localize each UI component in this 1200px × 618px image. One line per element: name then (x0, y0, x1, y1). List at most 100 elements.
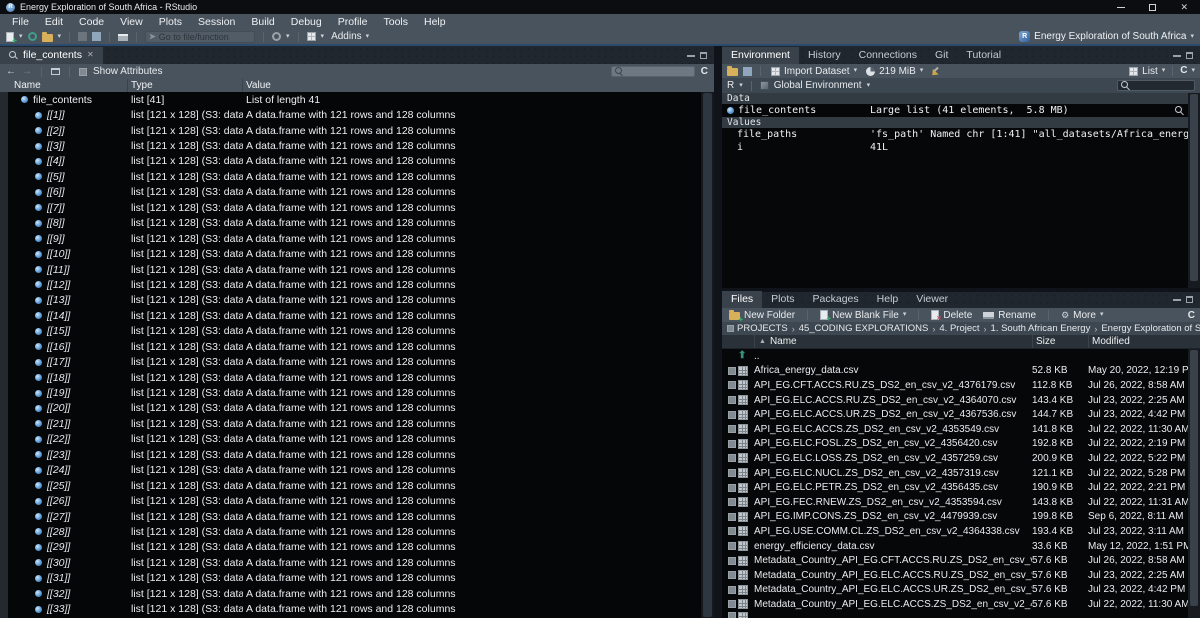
viewer-row[interactable]: [[24]]list [121 x 128] (S3: data.frame)A… (0, 463, 714, 478)
breadcrumb-root-icon[interactable] (727, 325, 734, 332)
language-selector[interactable]: R (727, 80, 734, 91)
viewer-row[interactable]: [[2]]list [121 x 128] (S3: data.frame)A … (0, 123, 714, 138)
viewer-row[interactable]: [[11]]list [121 x 128] (S3: data.frame)A… (0, 262, 714, 277)
table-row[interactable]: API_EG.ELC.PETR.ZS_DS2_en_csv_v2_4356435… (722, 480, 1200, 495)
maximize-pane-icon[interactable] (1186, 296, 1193, 303)
viewer-row[interactable]: [[22]]list [121 x 128] (S3: data.frame)A… (0, 432, 714, 447)
viewer-row[interactable]: [[18]]list [121 x 128] (S3: data.frame)A… (0, 370, 714, 385)
viewer-row[interactable]: [[31]]list [121 x 128] (S3: data.frame)A… (0, 571, 714, 586)
goto-file-box[interactable]: ➤ (145, 31, 255, 43)
environment-scrollbar[interactable] (1188, 93, 1200, 288)
menu-profile[interactable]: Profile (330, 16, 376, 28)
breadcrumb-item-energy-exploration-of-south-africa[interactable]: Energy Exploration of South Africa (1101, 323, 1200, 334)
goto-file-input[interactable] (159, 32, 251, 42)
version-control-caret-icon[interactable]: ▾ (286, 33, 290, 41)
table-row[interactable]: Africa_energy_data.csv52.8 KBMay 20, 202… (722, 364, 1200, 379)
viewer-scrollbar[interactable] (701, 92, 714, 618)
new-folder-button[interactable]: New Folder (727, 310, 797, 321)
env-object-row[interactable]: file_contentsLarge list (41 elements, 5.… (722, 104, 1200, 117)
column-header-type[interactable]: Type (128, 79, 243, 92)
menu-debug[interactable]: Debug (283, 16, 330, 28)
open-file-icon[interactable] (42, 34, 53, 42)
list-view-icon[interactable] (1129, 67, 1138, 76)
list-view-label[interactable]: List (1142, 66, 1158, 77)
viewer-row[interactable]: [[1]]list [121 x 128] (S3: data.frame)A … (0, 107, 714, 122)
tab-packages[interactable]: Packages (804, 291, 868, 308)
table-row[interactable]: Metadata_Country_API_EG.ELC.ACCS.ZS_DS2_… (722, 597, 1200, 612)
file-checkbox[interactable] (728, 498, 736, 506)
menu-session[interactable]: Session (190, 16, 243, 28)
import-dataset-button[interactable]: Import Dataset ▾ (769, 66, 859, 77)
table-row[interactable]: API_EG.ELC.ACCS.UR.ZS_DS2_en_csv_v2_4367… (722, 407, 1200, 422)
viewer-row[interactable]: [[27]]list [121 x 128] (S3: data.frame)A… (0, 509, 714, 524)
files-scrollbar[interactable] (1188, 349, 1200, 618)
column-header-name[interactable]: Name (0, 79, 128, 92)
column-header-name[interactable]: ▲ Name (754, 335, 1032, 348)
column-header-size[interactable]: Size (1032, 335, 1088, 348)
menu-view[interactable]: View (112, 16, 151, 28)
close-tab-icon[interactable]: ✕ (87, 51, 94, 59)
table-row[interactable]: API_EG.IMP.CONS.ZS_DS2_en_csv_v2_4479939… (722, 510, 1200, 525)
tab-viewer[interactable]: Viewer (907, 291, 957, 308)
files-scrollbar-thumb[interactable] (1190, 350, 1198, 606)
environment-search-input[interactable] (1133, 81, 1191, 91)
file-checkbox[interactable] (728, 557, 736, 565)
project-selector[interactable]: R Energy Exploration of South Africa ▾ (1019, 31, 1194, 42)
viewer-row[interactable]: [[17]]list [121 x 128] (S3: data.frame)A… (0, 354, 714, 369)
viewer-row[interactable]: [[14]]list [121 x 128] (S3: data.frame)A… (0, 308, 714, 323)
viewer-row[interactable]: [[20]]list [121 x 128] (S3: data.frame)A… (0, 401, 714, 416)
file-checkbox[interactable] (728, 367, 736, 375)
viewer-search-box[interactable] (611, 66, 695, 77)
version-control-icon[interactable] (272, 32, 281, 41)
tab-connections[interactable]: Connections (850, 47, 926, 64)
viewer-row[interactable]: [[29]]list [121 x 128] (S3: data.frame)A… (0, 540, 714, 555)
table-row[interactable]: Metadata_Country_API_EG.ELC.ACCS.RU.ZS_D… (722, 568, 1200, 583)
breadcrumb-item-45-coding-explorations[interactable]: 45_CODING EXPLORATIONS (799, 323, 929, 334)
file-checkbox[interactable] (728, 527, 736, 535)
viewer-row[interactable]: [[32]]list [121 x 128] (S3: data.frame)A… (0, 586, 714, 601)
file-checkbox[interactable] (728, 469, 736, 477)
table-row[interactable]: API_EG.ELC.NUCL.ZS_DS2_en_csv_v2_4357319… (722, 466, 1200, 481)
open-recent-caret-icon[interactable]: ▾ (58, 33, 62, 41)
tab-files[interactable]: Files (722, 291, 762, 308)
forward-icon[interactable]: → (22, 67, 32, 77)
menu-help[interactable]: Help (416, 16, 454, 28)
viewer-row[interactable]: [[23]]list [121 x 128] (S3: data.frame)A… (0, 447, 714, 462)
file-checkbox[interactable] (728, 571, 736, 579)
breadcrumb-item-1-south-african-energy[interactable]: 1. South African Energy (991, 323, 1091, 334)
viewer-row[interactable]: [[9]]list [121 x 128] (S3: data.frame)A … (0, 231, 714, 246)
back-icon[interactable]: ← (6, 67, 16, 77)
menu-build[interactable]: Build (243, 16, 282, 28)
language-caret-icon[interactable]: ▾ (739, 82, 743, 90)
delete-button[interactable]: Delete (929, 310, 974, 321)
viewer-row[interactable]: [[16]]list [121 x 128] (S3: data.frame)A… (0, 339, 714, 354)
environment-scope-caret-icon[interactable]: ▾ (867, 82, 871, 90)
minimize-pane-icon[interactable] (1173, 299, 1181, 301)
column-header-modified[interactable]: Modified (1088, 335, 1200, 348)
table-row[interactable]: energy_efficiency_data.csv33.6 KBMay 12,… (722, 539, 1200, 554)
list-view-caret-icon[interactable]: ▾ (1162, 67, 1166, 75)
file-checkbox[interactable] (728, 454, 736, 462)
rename-button[interactable]: Rename (981, 310, 1038, 321)
refresh-icon[interactable]: C (1180, 66, 1187, 76)
env-object-row[interactable]: file_paths'fs_path' Named chr [1:41] "al… (722, 128, 1200, 141)
viewer-row[interactable]: [[8]]list [121 x 128] (S3: data.frame)A … (0, 216, 714, 231)
menu-code[interactable]: Code (71, 16, 112, 28)
save-all-icon[interactable] (92, 32, 101, 41)
viewer-row[interactable]: [[3]]list [121 x 128] (S3: data.frame)A … (0, 138, 714, 153)
file-checkbox[interactable] (728, 513, 736, 521)
new-file-caret-icon[interactable]: ▾ (19, 33, 23, 41)
tab-file-contents[interactable]: file_contents ✕ (0, 47, 103, 64)
viewer-row[interactable]: [[25]]list [121 x 128] (S3: data.frame)A… (0, 478, 714, 493)
refresh-icon[interactable]: C (1188, 310, 1195, 321)
viewer-row[interactable]: [[12]]list [121 x 128] (S3: data.frame)A… (0, 277, 714, 292)
inspect-object-icon[interactable] (1175, 106, 1184, 115)
more-button[interactable]: ⚙ More ▾ (1059, 310, 1105, 321)
new-blank-file-button[interactable]: New Blank File ▾ (818, 310, 908, 321)
viewer-row[interactable]: [[5]]list [121 x 128] (S3: data.frame)A … (0, 169, 714, 184)
file-checkbox[interactable] (728, 440, 736, 448)
vertical-splitter[interactable] (714, 46, 722, 618)
file-checkbox[interactable] (728, 396, 736, 404)
tab-history[interactable]: History (799, 47, 850, 64)
maximize-pane-icon[interactable] (700, 52, 707, 59)
